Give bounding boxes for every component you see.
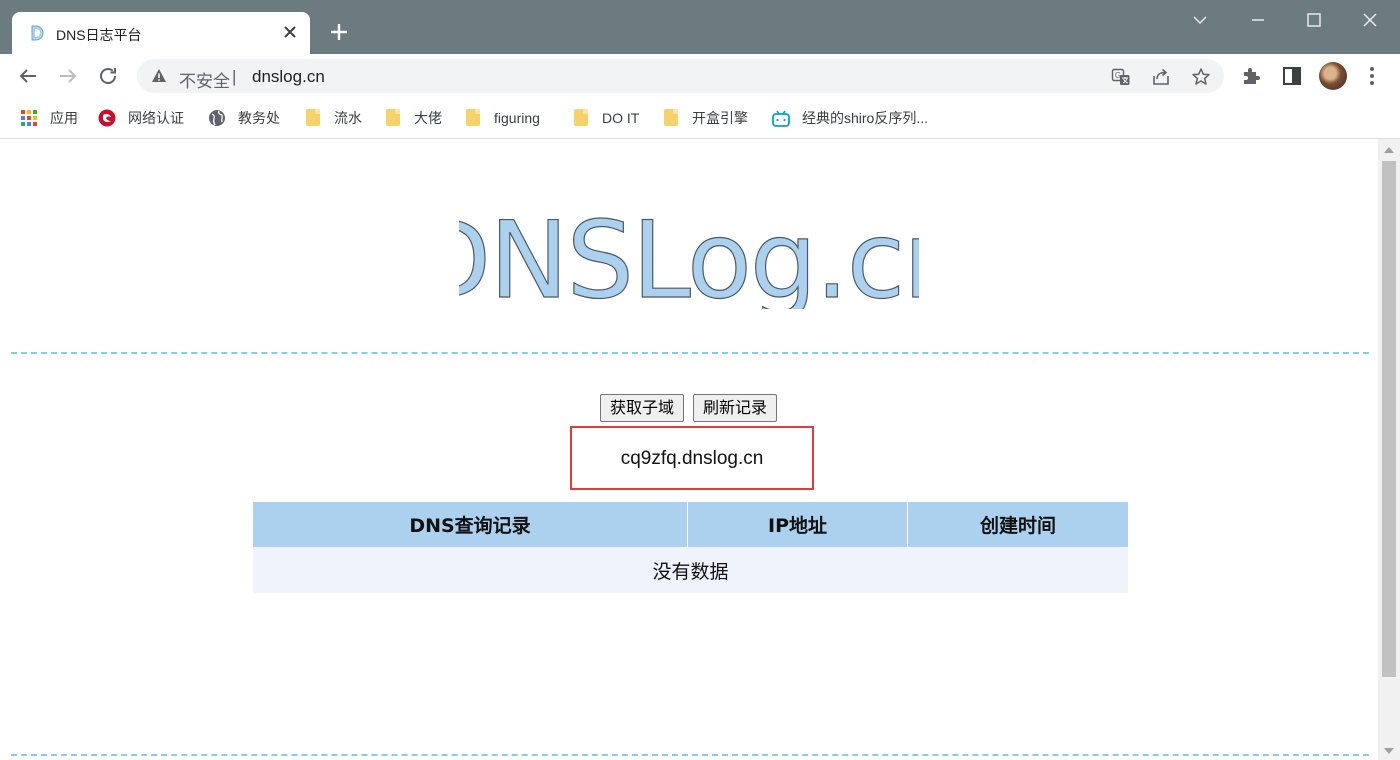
- tab-close-icon[interactable]: [280, 22, 300, 42]
- address-bar[interactable]: 不安全 | dnslog.cn G: [137, 59, 1224, 93]
- divider-bottom: [11, 754, 1369, 756]
- bookmark-label: DO IT: [602, 110, 640, 126]
- bookmark-label: 应用: [50, 110, 78, 126]
- bilibili-icon: [772, 110, 790, 127]
- empty-table-message: 没有数据: [253, 547, 1128, 593]
- bookmark-folder-do-it[interactable]: DO IT: [572, 108, 639, 128]
- browser-tab[interactable]: DNS日志平台: [12, 12, 310, 54]
- translate-icon[interactable]: G: [1111, 67, 1131, 87]
- bookmark-label: 教务处: [238, 110, 280, 126]
- bookmarks-bar: 应用 网络认证 教务处 流水 大佬 figuring DO IT 开盒引擎 经典…: [0, 98, 1400, 139]
- scrollbar-thumb[interactable]: [1382, 161, 1396, 677]
- tab-title: DNS日志平台: [56, 27, 142, 43]
- table-row: 没有数据: [253, 547, 1128, 593]
- minimize-icon[interactable]: [1244, 8, 1272, 32]
- folder-icon: [304, 109, 322, 127]
- bookmark-network-auth[interactable]: 网络认证: [98, 108, 184, 128]
- bookmark-folder-figuring[interactable]: figuring: [464, 108, 540, 128]
- bookmark-star-icon[interactable]: [1191, 67, 1211, 87]
- reload-icon[interactable]: [96, 64, 120, 88]
- table-header-row: DNS查询记录 IP地址 创建时间: [253, 502, 1128, 547]
- browser-title-bar: DNS日志平台: [0, 0, 1400, 54]
- new-tab-icon[interactable]: [326, 19, 352, 45]
- share-icon[interactable]: [1151, 67, 1171, 87]
- scroll-down-arrow-icon[interactable]: [1384, 748, 1394, 754]
- column-header-dns-query: DNS查询记录: [253, 502, 689, 547]
- not-secure-warning-icon[interactable]: [151, 68, 167, 84]
- get-subdomain-button[interactable]: 获取子域: [600, 394, 685, 422]
- apps-grid-icon: [21, 110, 37, 126]
- security-label[interactable]: 不安全: [179, 67, 230, 92]
- column-header-created-time: 创建时间: [907, 502, 1128, 547]
- refresh-records-button[interactable]: 刷新记录: [693, 394, 778, 422]
- bookmark-shiro-article[interactable]: 经典的shiro反序列...: [772, 108, 928, 128]
- profile-avatar[interactable]: [1319, 62, 1347, 90]
- window-close-icon[interactable]: [1356, 8, 1384, 32]
- bookmark-apps[interactable]: 应用: [20, 108, 78, 128]
- bookmark-label: 网络认证: [128, 110, 184, 126]
- divider-top: [11, 352, 1369, 354]
- subdomain-text[interactable]: cq9zfq.dnslog.cn: [572, 448, 812, 470]
- side-panel-icon[interactable]: [1280, 64, 1304, 88]
- bookmark-label: 开盒引擎: [692, 110, 748, 126]
- browser-toolbar: 不安全 | dnslog.cn G: [0, 54, 1400, 98]
- extensions-puzzle-icon[interactable]: [1240, 64, 1264, 88]
- dnslog-favicon-icon: [31, 25, 44, 41]
- page-viewport: DNSLog.cn 获取子域 刷新记录 cq9zfq.dnslog.cn DNS…: [0, 139, 1378, 760]
- address-separator: |: [232, 67, 237, 86]
- bookmark-label: figuring: [494, 110, 540, 126]
- logo-text: DNSLog.cn: [459, 199, 919, 309]
- bookmark-folder-kaihe[interactable]: 开盒引擎: [662, 108, 748, 128]
- bookmark-folder-liushui[interactable]: 流水: [304, 108, 362, 128]
- back-arrow-icon[interactable]: [16, 64, 40, 88]
- bookmark-label: 流水: [334, 110, 362, 126]
- bookmark-folder-dalao[interactable]: 大佬: [384, 108, 442, 128]
- folder-icon: [384, 109, 402, 127]
- column-header-ip-address: IP地址: [687, 502, 909, 547]
- subdomain-highlight-box: cq9zfq.dnslog.cn: [570, 426, 814, 490]
- dns-records-table: DNS查询记录 IP地址 创建时间 没有数据: [253, 502, 1128, 593]
- url-text[interactable]: dnslog.cn: [252, 67, 325, 87]
- folder-icon: [662, 109, 680, 127]
- folder-icon: [572, 109, 590, 127]
- menu-kebab-icon[interactable]: [1360, 64, 1384, 88]
- folder-icon: [464, 109, 482, 127]
- maximize-icon[interactable]: [1300, 8, 1328, 32]
- globe-icon: [209, 110, 225, 126]
- scroll-up-arrow-icon[interactable]: [1384, 147, 1394, 153]
- red-logo-icon: [98, 109, 116, 127]
- bookmark-academic-office[interactable]: 教务处: [208, 108, 280, 128]
- vertical-scrollbar[interactable]: [1378, 139, 1400, 760]
- dnslog-logo: DNSLog.cn: [459, 198, 919, 309]
- tab-search-chevron-icon[interactable]: [1186, 8, 1214, 32]
- forward-arrow-icon[interactable]: [56, 64, 80, 88]
- bookmark-label: 经典的shiro反序列...: [802, 110, 929, 126]
- bookmark-label: 大佬: [414, 110, 442, 126]
